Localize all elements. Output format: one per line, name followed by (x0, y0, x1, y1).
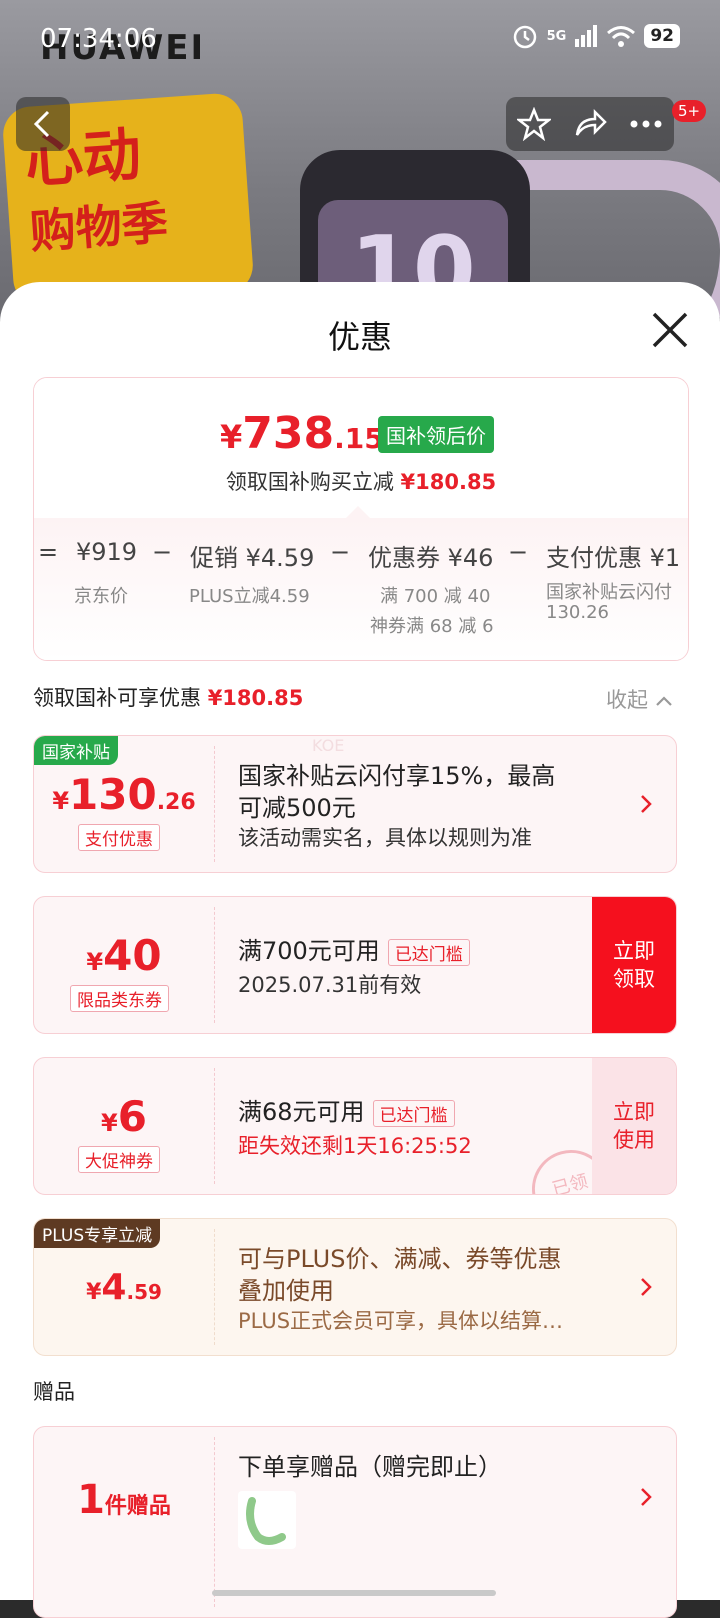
card-divider (214, 1437, 215, 1607)
card-divider (214, 1068, 215, 1184)
coupon-6-chip: 大促神券 (78, 1146, 160, 1173)
breakdown-jd-price: ¥919 (76, 538, 138, 566)
op-minus-2: − (330, 538, 351, 566)
section-title: 领取国补可享优惠 ¥180.85 (33, 686, 304, 710)
breakdown-promo: 促销 ¥4.59 (190, 544, 315, 572)
plus-desc-1: 可与PLUS价、满减、券等优惠 (238, 1245, 562, 1273)
breakdown-payment-sub-2: 130.26 (546, 602, 609, 623)
status-bar: 07:34:06 5G 92 (0, 0, 720, 80)
coupon-6-amount: ¥6 (101, 1092, 147, 1141)
network-type: 5G (546, 28, 567, 44)
message-badge: 5+ (672, 100, 707, 122)
chevron-right-icon (641, 795, 652, 813)
subsidy-desc-1: 国家补贴云闪付享15%，最高 (238, 762, 556, 790)
top-actions (506, 97, 674, 151)
more-icon[interactable] (629, 119, 663, 129)
final-price: ¥738.15 (220, 408, 384, 459)
card-divider (214, 746, 215, 862)
wifi-icon (607, 26, 636, 47)
subsidy-price-tag: 国补领后价 (378, 416, 494, 453)
promo-line-2: 购物季 (28, 195, 170, 259)
coupon-6-condition: 满68元可用 已达门槛 (238, 1092, 455, 1127)
gift-count: 1件赠品 (77, 1477, 171, 1523)
op-minus-3: − (508, 538, 529, 566)
gift-thumbnail (238, 1491, 296, 1549)
sheet-title: 优惠 (327, 318, 392, 356)
home-indicator[interactable] (212, 1590, 496, 1596)
chevron-right-icon (641, 1278, 652, 1296)
alarm-icon (513, 25, 536, 49)
breakdown-coupon-sub-1: 满 700 减 40 (380, 586, 491, 607)
collapse-button[interactable]: 收起 (606, 684, 673, 714)
breakdown-jd-price-sub: 京东价 (74, 586, 128, 607)
breakdown-payment: 支付优惠 ¥1 (546, 544, 681, 572)
chevron-right-icon (641, 1488, 652, 1506)
pointer-arrow (346, 506, 370, 518)
price-summary: ¥738.15 国补领后价 领取国补购买立减 ¥180.85 = ¥919 京东… (33, 377, 689, 661)
back-button[interactable] (16, 97, 70, 151)
discount-sheet: 优惠 ¥738.15 国补领后价 领取国补购买立减 ¥180.85 = ¥919… (0, 282, 720, 1618)
threshold-badge: 已达门槛 (372, 1099, 455, 1127)
subsidy-desc-2: 可减500元 (238, 794, 356, 822)
breakdown-coupon-sub-2: 神券满 68 减 6 (370, 616, 494, 637)
back-icon (33, 110, 50, 138)
plus-desc-2: 叠加使用 (238, 1277, 334, 1305)
subsidy-chip: 支付优惠 (78, 824, 160, 851)
plus-discount-card[interactable]: PLUS专享立减 ¥4.59 可与PLUS价、满减、券等优惠 叠加使用 PLUS… (33, 1218, 677, 1356)
subsidy-card[interactable]: 国家补贴 ¥130.26 支付优惠 KOE 国家补贴云闪付享15%，最高 可减5… (33, 735, 677, 873)
card-divider (214, 1229, 215, 1345)
subsidy-summary: 领取国补购买立减 ¥180.85 (225, 470, 497, 494)
favorite-icon[interactable] (517, 107, 551, 141)
use-button[interactable]: 立即 使用 (592, 1058, 676, 1194)
plus-amount: ¥4.59 (86, 1267, 162, 1308)
plus-note: PLUS正式会员可享，具体以结算… (238, 1309, 564, 1333)
breakdown-payment-sub-1: 国家补贴云闪付 (546, 582, 672, 603)
coupon-40-chip: 限品类东券 (70, 985, 169, 1012)
coupon-40-amount: ¥40 (86, 931, 162, 980)
signal-icon (575, 25, 598, 47)
chevron-up-icon (655, 696, 672, 706)
clock: 07:34:06 (40, 24, 157, 54)
subsidy-amount: ¥130.26 (52, 770, 196, 819)
breakdown-promo-sub: PLUS立减4.59 (189, 586, 310, 607)
subsidy-note: 该活动需实名，具体以规则为准 (238, 826, 532, 850)
watch-strap-icon (246, 1497, 286, 1545)
card-divider (214, 907, 215, 1023)
coupon-6-card: ¥6 大促神券 满68元可用 已达门槛 距失效还剩1天16:25:52 已领 立即… (33, 1057, 677, 1195)
op-minus-1: − (152, 538, 173, 566)
claim-button[interactable]: 立即 领取 (592, 897, 676, 1033)
threshold-badge: 已达门槛 (387, 938, 470, 966)
coupon-40-condition: 满700元可用 已达门槛 (238, 931, 470, 966)
coupon-6-countdown: 距失效还剩1天16:25:52 (238, 1134, 472, 1158)
breakdown-coupon: 优惠券 ¥46 (368, 544, 494, 572)
coupon-40-validity: 2025.07.31前有效 (238, 973, 422, 997)
close-icon[interactable] (650, 310, 690, 350)
coupon-40-card: ¥40 限品类东券 满700元可用 已达门槛 2025.07.31前有效 立即 领取 (33, 896, 677, 1034)
op-equals: = (38, 538, 59, 566)
gift-desc: 下单享赠品（赠完即止） (238, 1453, 502, 1481)
share-icon[interactable] (573, 107, 607, 141)
battery-level: 92 (644, 24, 680, 48)
gift-section-title: 赠品 (33, 1380, 75, 1404)
watermark: KOE (312, 736, 345, 755)
price-breakdown: = ¥919 京东价 − 促销 ¥4.59 PLUS立减4.59 − 优惠券 ¥… (34, 518, 688, 660)
